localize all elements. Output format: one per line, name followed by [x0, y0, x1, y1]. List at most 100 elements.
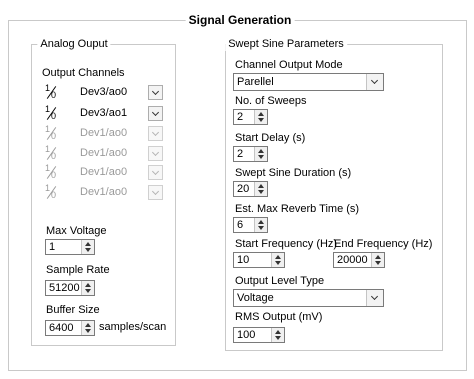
spin-down-icon[interactable] [85, 289, 91, 293]
spin-down-icon[interactable] [258, 190, 264, 194]
channel-name: Dev1/ao0 [80, 186, 128, 198]
output-level-type-label: Output Level Type [235, 275, 325, 287]
spin-down-icon[interactable] [85, 248, 91, 252]
num-sweeps-spinner[interactable] [254, 110, 267, 124]
io-channel-icon-one: 1 [45, 183, 51, 193]
io-channel-icon: 10 [45, 183, 57, 200]
end-frequency-spinner[interactable] [371, 253, 384, 267]
max-voltage-field[interactable]: 1 [45, 239, 95, 255]
num-sweeps-value: 2 [237, 111, 244, 123]
io-channel-icon-zero: 0 [51, 111, 57, 121]
duration-label: Swept Sine Duration (s) [235, 167, 352, 179]
channel-dropdown-button[interactable] [148, 106, 163, 121]
chevron-down-icon [151, 187, 160, 196]
channel-dropdown-button [148, 126, 163, 141]
spin-up-icon[interactable] [258, 184, 264, 188]
rms-output-field[interactable]: 100 [233, 327, 285, 343]
spin-down-icon[interactable] [375, 261, 381, 265]
spin-up-icon[interactable] [258, 149, 264, 153]
rms-output-value: 100 [237, 329, 256, 341]
start-frequency-spinner[interactable] [271, 253, 284, 267]
io-channel-icon-one: 1 [45, 124, 51, 134]
io-channel-icon-one: 1 [45, 104, 51, 114]
buffer-size-spinner[interactable] [81, 321, 94, 335]
chevron-down-icon [151, 108, 160, 117]
channel-dropdown-button[interactable] [148, 85, 163, 100]
spin-down-icon[interactable] [85, 329, 91, 333]
start-delay-value: 2 [237, 148, 244, 160]
channel-output-mode-label: Channel Output Mode [235, 59, 343, 71]
sample-rate-label: Sample Rate [46, 264, 110, 276]
channel-name: Dev1/ao0 [80, 166, 128, 178]
io-channel-icon-one: 1 [45, 163, 51, 173]
spin-down-icon[interactable] [258, 118, 264, 122]
rms-output-label: RMS Output (mV) [235, 311, 323, 323]
num-sweeps-label: No. of Sweeps [235, 95, 307, 107]
io-channel-icon: 10 [45, 163, 57, 180]
buffer-size-unit: samples/scan [99, 321, 167, 333]
io-channel-icon-zero: 0 [51, 151, 57, 161]
output-channels-label: Output Channels [42, 67, 125, 79]
io-channel-icon: 10 [45, 124, 57, 141]
swept-sine-title: Swept Sine Parameters [225, 37, 347, 51]
chevron-down-icon [151, 167, 160, 176]
analog-output-title: Analog Ouput [37, 37, 111, 51]
channel-name: Dev1/ao0 [80, 147, 128, 159]
io-channel-icon: 10 [45, 144, 57, 161]
chevron-down-icon [151, 128, 160, 137]
start-frequency-value: 10 [237, 254, 250, 266]
spin-up-icon[interactable] [85, 283, 91, 287]
reverb-time-field[interactable]: 6 [233, 217, 268, 233]
sample-rate-value: 51200 [49, 282, 80, 294]
max-voltage-spinner[interactable] [81, 240, 94, 254]
sample-rate-spinner[interactable] [81, 281, 94, 295]
reverb-time-spinner[interactable] [254, 218, 267, 232]
end-frequency-field[interactable]: 20000 [333, 252, 385, 268]
output-level-type-value: Voltage [237, 292, 274, 304]
io-channel-icon-zero: 0 [51, 170, 57, 180]
signal-generation-title: Signal Generation [185, 13, 295, 27]
rms-output-spinner[interactable] [271, 328, 284, 342]
channel-output-mode-dropdown-button[interactable] [366, 74, 383, 90]
chevron-down-icon [370, 292, 379, 301]
channel-output-mode-select[interactable]: Parellel [233, 73, 384, 91]
output-level-type-select[interactable]: Voltage [233, 289, 384, 307]
output-level-type-dropdown-button[interactable] [366, 290, 383, 306]
spin-down-icon[interactable] [275, 261, 281, 265]
spin-up-icon[interactable] [275, 330, 281, 334]
sample-rate-field[interactable]: 51200 [45, 280, 95, 296]
spin-up-icon[interactable] [85, 242, 91, 246]
channel-dropdown-button [148, 185, 163, 200]
io-channel-icon-zero: 0 [51, 190, 57, 200]
start-delay-field[interactable]: 2 [233, 146, 268, 162]
io-channel-icon-one: 1 [45, 83, 51, 93]
spin-up-icon[interactable] [258, 112, 264, 116]
spin-down-icon[interactable] [258, 226, 264, 230]
max-voltage-value: 1 [49, 241, 56, 253]
duration-field[interactable]: 20 [233, 181, 268, 197]
channel-dropdown-button [148, 165, 163, 180]
channel-name: Dev3/ao1 [80, 107, 128, 119]
buffer-size-label: Buffer Size [46, 304, 100, 316]
spin-up-icon[interactable] [258, 220, 264, 224]
spin-down-icon[interactable] [258, 155, 264, 159]
channel-output-mode-value: Parellel [237, 76, 274, 88]
duration-spinner[interactable] [254, 182, 267, 196]
io-channel-icon-one: 1 [45, 144, 51, 154]
io-channel-icon: 10 [45, 104, 57, 121]
start-delay-spinner[interactable] [254, 147, 267, 161]
spin-up-icon[interactable] [85, 323, 91, 327]
spin-up-icon[interactable] [275, 255, 281, 259]
num-sweeps-field[interactable]: 2 [233, 109, 268, 125]
reverb-time-value: 6 [237, 219, 244, 231]
chevron-down-icon [370, 76, 379, 85]
spin-down-icon[interactable] [275, 336, 281, 340]
chevron-down-icon [151, 87, 160, 96]
io-channel-icon-zero: 0 [51, 131, 57, 141]
io-channel-icon-zero: 0 [51, 90, 57, 100]
duration-value: 20 [237, 183, 250, 195]
io-channel-icon: 10 [45, 83, 57, 100]
spin-up-icon[interactable] [375, 255, 381, 259]
buffer-size-field[interactable]: 6400 [45, 320, 95, 336]
start-frequency-field[interactable]: 10 [233, 252, 285, 268]
